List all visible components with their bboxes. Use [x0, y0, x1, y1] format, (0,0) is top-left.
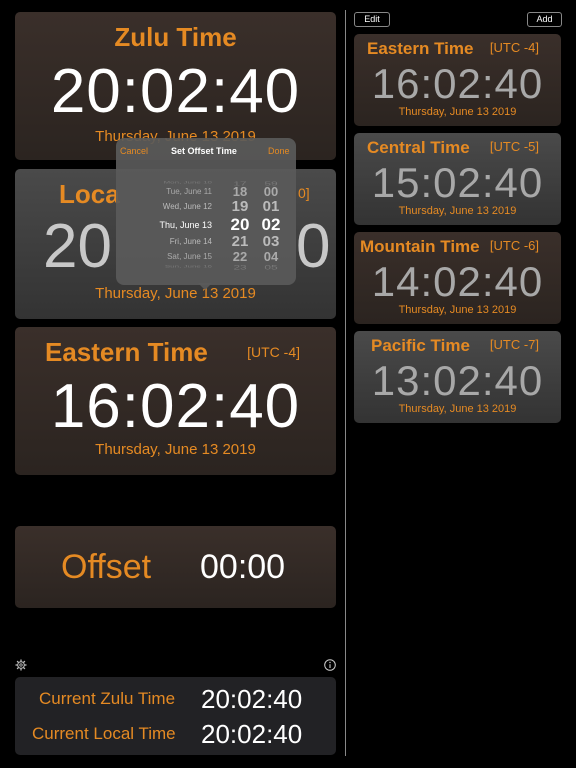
eastern-time-title: Eastern Time: [45, 337, 208, 367]
zone-time: 16:02:40: [371, 60, 544, 107]
column-divider: [345, 10, 346, 756]
eastern-time-card: Eastern Time [UTC -4] 16:02:40 Thursday,…: [15, 327, 336, 475]
offset-time-picker: Cancel Set Offset Time Done Mon, June 10…: [116, 138, 296, 285]
picker-row[interactable]: Fri, June 14 21 03: [116, 234, 296, 250]
picker-cancel-button[interactable]: Cancel: [120, 146, 148, 156]
zone-card-pacific[interactable]: Pacific Time [UTC -7] 13:02:40 Thursday,…: [354, 331, 561, 423]
zone-utc: [UTC -5]: [489, 139, 539, 154]
eastern-time-utc: [UTC -4]: [247, 344, 300, 360]
zone-time: 14:02:40: [371, 258, 544, 305]
zone-date: Thursday, June 13 2019: [398, 205, 517, 217]
current-local-value: 20:02:40: [201, 719, 303, 749]
offset-value: 00:00: [200, 548, 286, 586]
zone-card-eastern[interactable]: Eastern Time [UTC -4] 16:02:40 Thursday,…: [354, 34, 561, 126]
current-times-card: Current Zulu Time 20:02:40 Current Local…: [15, 677, 336, 755]
zone-utc: [UTC -7]: [489, 337, 539, 352]
local-time-date: Thursday, June 13 2019: [95, 285, 256, 302]
zone-card-mountain[interactable]: Mountain Time [UTC -6] 14:02:40 Thursday…: [354, 232, 561, 324]
local-time-value-right: 0: [296, 212, 331, 281]
eastern-time-date: Thursday, June 13 2019: [95, 441, 256, 458]
zone-title: Central Time: [367, 138, 470, 157]
offset-card[interactable]: Offset 00:00: [15, 526, 336, 608]
local-time-value-left: 20: [43, 212, 112, 281]
zone-time: 13:02:40: [371, 357, 544, 404]
zone-date: Thursday, June 13 2019: [398, 403, 517, 415]
current-zulu-label: Current Zulu Time: [39, 689, 176, 708]
zone-utc: [UTC -6]: [489, 238, 539, 253]
zone-title: Eastern Time: [367, 39, 474, 58]
info-icon[interactable]: [324, 658, 336, 671]
picker-row[interactable]: Sat, June 15 22 04: [116, 249, 296, 265]
zulu-time-value: 20:02:40: [50, 57, 301, 126]
picker-arrow: [198, 283, 212, 290]
gear-icon[interactable]: [15, 658, 27, 671]
zone-date: Thursday, June 13 2019: [398, 304, 517, 316]
edit-button[interactable]: Edit: [354, 12, 390, 27]
local-time-title: Loca: [59, 179, 120, 209]
picker-title: Set Offset Time: [171, 146, 237, 156]
picker-row-selected[interactable]: Thu, June 13 20 02: [116, 216, 296, 234]
current-zulu-value: 20:02:40: [201, 684, 303, 714]
local-time-utc: 0]: [298, 185, 310, 201]
picker-wheel[interactable]: Mon, June 10 17 59 Tue, June 11 18 00 We…: [116, 168, 296, 285]
add-button[interactable]: Add: [527, 12, 562, 27]
offset-label: Offset: [61, 548, 152, 586]
zone-title: Mountain Time: [360, 237, 480, 256]
current-local-label: Current Local Time: [32, 724, 176, 743]
zulu-time-title: Zulu Time: [114, 22, 237, 52]
zone-title: Pacific Time: [371, 336, 470, 355]
zone-utc: [UTC -4]: [489, 40, 539, 55]
zone-date: Thursday, June 13 2019: [398, 106, 517, 118]
zone-time: 15:02:40: [371, 159, 544, 206]
zone-card-central[interactable]: Central Time [UTC -5] 15:02:40 Thursday,…: [354, 133, 561, 225]
picker-row[interactable]: Sun, June 16 23 05: [116, 264, 296, 272]
picker-done-button[interactable]: Done: [268, 146, 290, 156]
picker-row[interactable]: Wed, June 12 19 01: [116, 199, 296, 215]
eastern-time-value: 16:02:40: [50, 372, 301, 441]
